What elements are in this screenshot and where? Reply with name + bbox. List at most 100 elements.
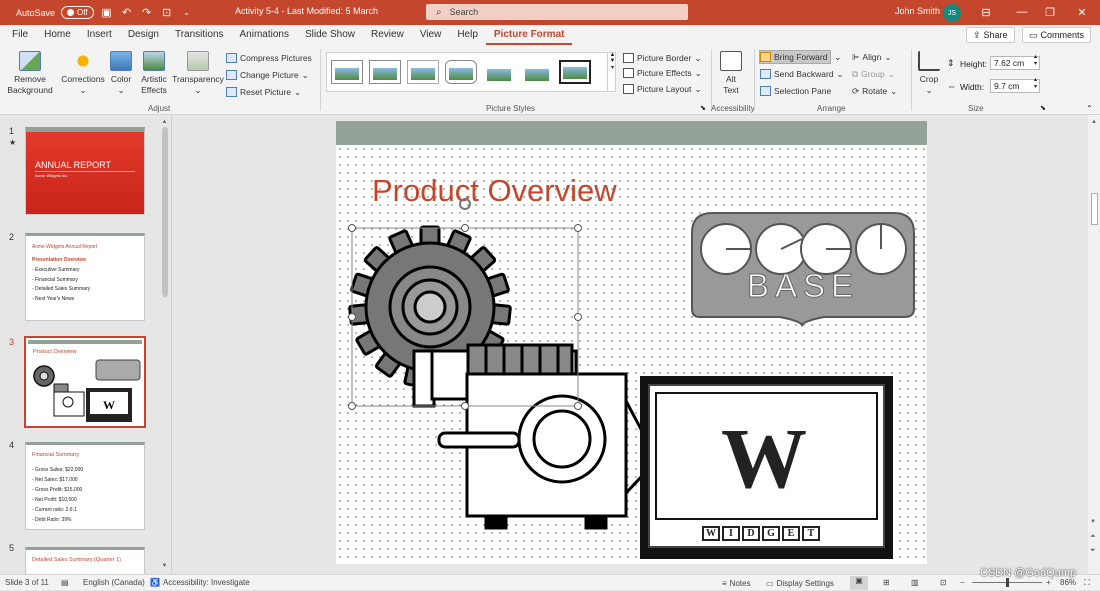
search-box[interactable]: ⌕ Search: [426, 4, 688, 20]
scroll-up-icon[interactable]: ▲: [1088, 119, 1100, 125]
align-button[interactable]: ⊫ Align ⌄: [852, 50, 891, 64]
artistic-effects-button[interactable]: Artistic Effects: [136, 51, 172, 96]
selection-pane-button[interactable]: Selection Pane: [760, 84, 831, 98]
ribbon-display-options-icon[interactable]: ⊟: [976, 4, 996, 20]
tab-picture-format[interactable]: Picture Format: [485, 25, 573, 45]
tab-animations[interactable]: Animations: [232, 25, 297, 45]
slide-thumbnail-4[interactable]: Financial Summary - Gross Sales: $22,000…: [25, 442, 145, 530]
width-input[interactable]: 9.7 cm: [990, 79, 1040, 93]
widget-letter-tile: D: [742, 526, 760, 541]
scroll-up-icon[interactable]: ▲: [160, 119, 169, 125]
chevron-down-icon: ⌄: [194, 85, 202, 95]
tab-slide-show[interactable]: Slide Show: [297, 25, 363, 45]
slide-sorter-icon[interactable]: ⊞: [883, 578, 890, 587]
transparency-button[interactable]: Transparency ⌄: [172, 51, 224, 96]
present-from-beginning-icon[interactable]: ⊡: [160, 6, 174, 20]
slide-thumbnail-3[interactable]: Product Overview W: [24, 336, 146, 428]
zoom-slider-thumb[interactable]: [1006, 578, 1009, 587]
picture-style-thumb[interactable]: [407, 60, 439, 84]
scroll-down-icon[interactable]: ▼: [1090, 519, 1096, 525]
slide-thumbnail-1[interactable]: ANNUAL REPORT Acme Widgets Inc.: [25, 127, 145, 215]
picture-style-thumb[interactable]: [483, 60, 515, 84]
reset-picture-button[interactable]: Reset Picture ⌄: [226, 85, 301, 99]
quick-access-toolbar: AutoSave Off ▣ ↶ ↷ ⊡ ⌄: [0, 6, 194, 20]
dialog-launcher-icon[interactable]: ⬊: [700, 104, 706, 112]
collapse-ribbon-icon[interactable]: ⌃: [1086, 104, 1093, 113]
panel-scrollbar[interactable]: ▲ ▼: [160, 119, 169, 569]
bring-forward-button[interactable]: Bring Forward: [759, 50, 832, 64]
close-icon[interactable]: ✕: [1072, 4, 1092, 20]
picture-style-thumb[interactable]: [331, 60, 363, 84]
slide-thumbnail-5[interactable]: Detailed Sales Summary (Quarter 1): [25, 547, 145, 574]
tab-file[interactable]: File: [4, 25, 36, 45]
autosave-toggle[interactable]: Off: [61, 6, 94, 19]
share-button[interactable]: ⇪ Share: [966, 27, 1015, 43]
editor-scrollbar[interactable]: ▲ ▼ ⏶ ⏷: [1088, 115, 1100, 574]
next-slide-icon[interactable]: ⏷: [1090, 547, 1096, 555]
editor-scroll-thumb[interactable]: [1091, 193, 1098, 225]
picture-style-thumb[interactable]: [559, 60, 591, 84]
comments-button[interactable]: ▭ Comments: [1022, 27, 1092, 43]
restore-icon[interactable]: ❐: [1040, 4, 1060, 20]
crop-button[interactable]: Crop ⌄: [916, 51, 942, 96]
widget-letter-tile: T: [802, 526, 820, 541]
fit-slide-icon[interactable]: ⛶: [1084, 578, 1090, 588]
bring-forward-chevron-icon[interactable]: ⌄: [834, 52, 842, 63]
height-input[interactable]: 7.62 cm: [990, 56, 1040, 70]
reading-view-icon[interactable]: ▥: [911, 578, 919, 587]
language[interactable]: English (Canada): [83, 578, 145, 587]
picture-border-button[interactable]: Picture Border ⌄: [623, 51, 701, 65]
picture-style-thumb[interactable]: [521, 60, 553, 84]
picture-style-thumb[interactable]: [445, 60, 477, 84]
tab-help[interactable]: Help: [449, 25, 486, 45]
picture-style-thumb[interactable]: [369, 60, 401, 84]
notes-button[interactable]: ≡ Notes: [722, 575, 751, 591]
compress-pictures-button[interactable]: Compress Pictures: [226, 51, 312, 65]
scroll-down-icon[interactable]: ▼: [160, 563, 169, 569]
panel-scroll-thumb[interactable]: [161, 127, 168, 297]
color-button[interactable]: Color ⌄: [108, 51, 134, 96]
redo-icon[interactable]: ↷: [140, 6, 154, 20]
slide-thumbnail-2[interactable]: Acme Widgets Annual Report Presentation …: [25, 233, 145, 321]
search-icon: ⌕: [436, 6, 442, 18]
previous-slide-icon[interactable]: ⏶: [1090, 533, 1096, 541]
undo-icon[interactable]: ↶: [120, 6, 134, 20]
user-name[interactable]: John Smith: [895, 6, 940, 16]
height-spinner-icon[interactable]: ▴ ▾: [1034, 54, 1037, 68]
zoom-in-icon[interactable]: +: [1046, 578, 1051, 587]
gallery-scroll[interactable]: ▲ ▼ ▾: [607, 52, 617, 92]
group-button[interactable]: ⧉ Group ⌄: [852, 67, 895, 81]
slide-show-icon[interactable]: ⊡: [940, 578, 947, 587]
spellcheck-icon[interactable]: ▤: [61, 578, 69, 587]
display-settings-button[interactable]: ▭ Display Settings: [766, 575, 834, 591]
tab-home[interactable]: Home: [36, 25, 79, 45]
tab-design[interactable]: Design: [120, 25, 167, 45]
change-picture-button[interactable]: Change Picture ⌄: [226, 68, 309, 82]
normal-view-icon[interactable]: ▣: [850, 576, 868, 590]
tab-view[interactable]: View: [412, 25, 450, 45]
chevron-down-icon: ⌄: [294, 86, 302, 97]
zoom-out-icon[interactable]: −: [960, 578, 965, 587]
dialog-launcher-icon[interactable]: ⬊: [1040, 104, 1046, 112]
width-spinner-icon[interactable]: ▴ ▾: [1034, 77, 1037, 91]
save-icon[interactable]: ▣: [100, 6, 114, 20]
send-backward-button[interactable]: Send Backward ⌄: [760, 67, 844, 81]
slide-3-editor[interactable]: Product Overview BASE W W I D G E T: [336, 121, 927, 564]
send-backward-icon: [760, 69, 771, 79]
corrections-button[interactable]: Corrections ⌄: [60, 51, 106, 96]
gallery-more-icon[interactable]: ▾: [611, 64, 614, 71]
avatar[interactable]: JS: [943, 4, 961, 22]
rotate-button[interactable]: ⟳ Rotate ⌄: [852, 84, 897, 98]
customize-toolbar-icon[interactable]: ⌄: [180, 6, 194, 20]
tab-review[interactable]: Review: [363, 25, 412, 45]
accessibility-status[interactable]: Accessibility: Investigate: [163, 578, 250, 587]
minimize-icon[interactable]: —: [1012, 4, 1032, 20]
zoom-level[interactable]: 86%: [1060, 578, 1076, 587]
picture-layout-button[interactable]: Picture Layout ⌄: [623, 82, 701, 96]
tab-transitions[interactable]: Transitions: [167, 25, 232, 45]
picture-effects-button[interactable]: Picture Effects ⌄: [623, 66, 702, 80]
tab-insert[interactable]: Insert: [79, 25, 120, 45]
alt-text-button[interactable]: Alt Text: [716, 51, 746, 96]
slide-number: 2: [9, 232, 15, 242]
remove-background-button[interactable]: Remove Background: [6, 51, 54, 96]
